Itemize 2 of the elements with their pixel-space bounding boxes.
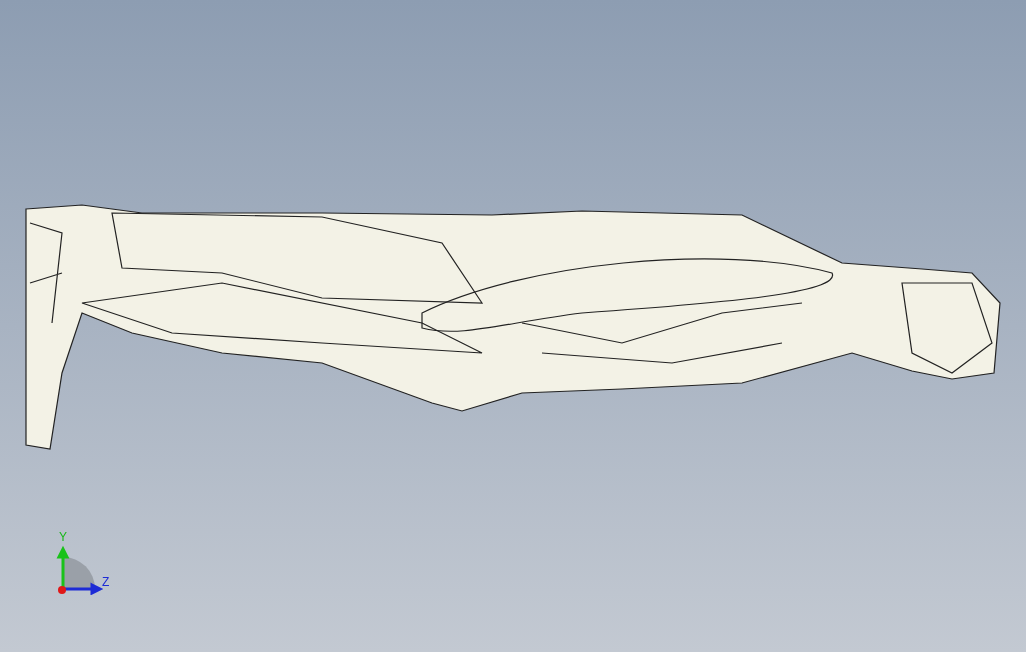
y-axis-label: Y — [59, 531, 67, 543]
z-axis-label: Z — [102, 576, 110, 588]
